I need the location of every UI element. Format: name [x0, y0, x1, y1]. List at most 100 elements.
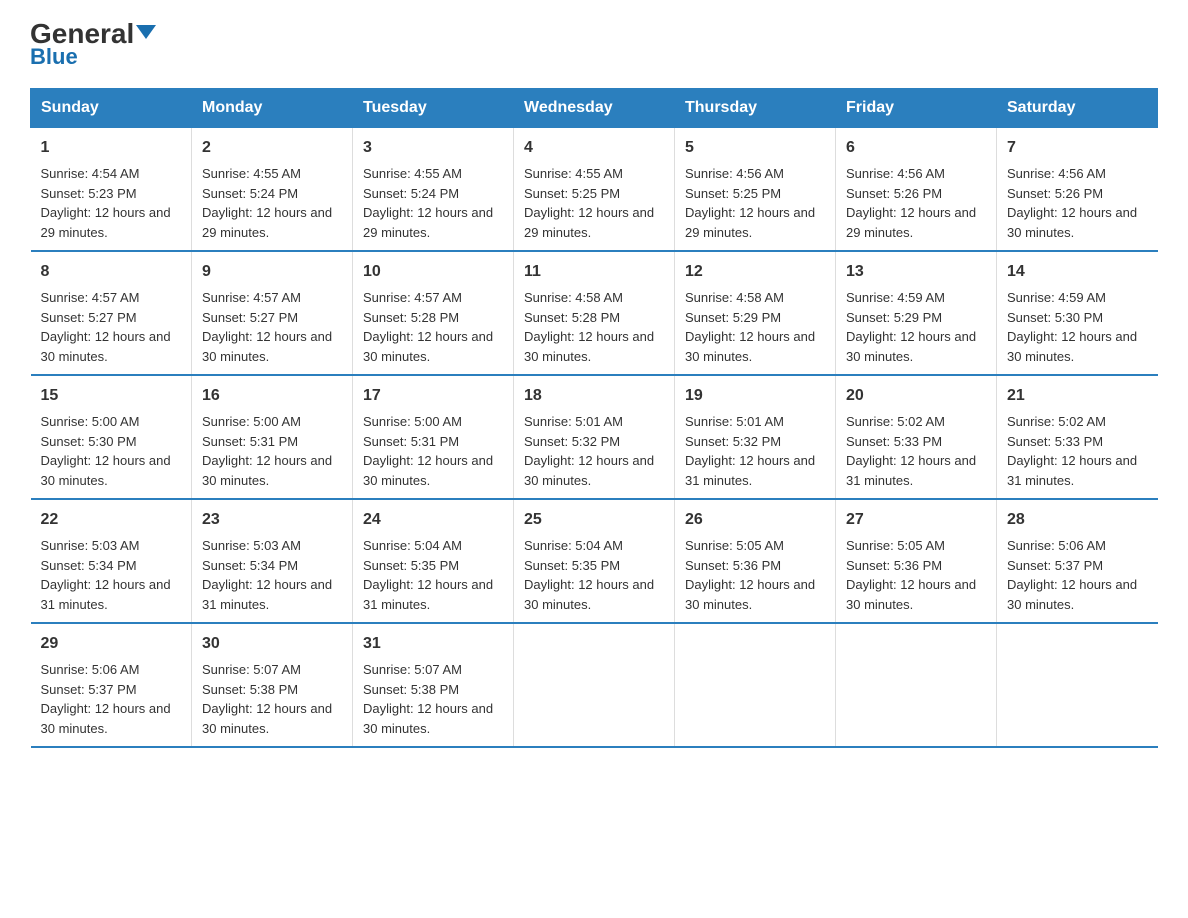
day-sunrise: Sunrise: 4:57 AM [41, 290, 140, 305]
header-day-wednesday: Wednesday [514, 89, 675, 128]
day-number: 31 [363, 632, 503, 656]
day-daylight: Daylight: 12 hours and 30 minutes. [1007, 205, 1137, 240]
logo-blue: Blue [30, 44, 78, 70]
day-sunrise: Sunrise: 5:05 AM [846, 538, 945, 553]
day-sunset: Sunset: 5:24 PM [202, 186, 298, 201]
day-number: 3 [363, 136, 503, 160]
day-sunset: Sunset: 5:26 PM [1007, 186, 1103, 201]
day-number: 18 [524, 384, 664, 408]
calendar-week-row: 15Sunrise: 5:00 AMSunset: 5:30 PMDayligh… [31, 375, 1158, 499]
day-sunrise: Sunrise: 4:58 AM [524, 290, 623, 305]
day-sunset: Sunset: 5:38 PM [363, 682, 459, 697]
day-number: 27 [846, 508, 986, 532]
day-daylight: Daylight: 12 hours and 30 minutes. [202, 453, 332, 488]
day-sunrise: Sunrise: 4:59 AM [846, 290, 945, 305]
calendar-cell: 5Sunrise: 4:56 AMSunset: 5:25 PMDaylight… [675, 128, 836, 252]
day-sunset: Sunset: 5:37 PM [1007, 558, 1103, 573]
day-sunset: Sunset: 5:32 PM [524, 434, 620, 449]
day-sunset: Sunset: 5:32 PM [685, 434, 781, 449]
day-daylight: Daylight: 12 hours and 30 minutes. [524, 577, 654, 612]
calendar-cell: 7 Sunrise: 4:56 AM Sunset: 5:26 PM Daylight… [997, 128, 1158, 252]
day-sunset: Sunset: 5:36 PM [685, 558, 781, 573]
day-number: 26 [685, 508, 825, 532]
day-sunrise: Sunrise: 5:06 AM [41, 662, 140, 677]
calendar-cell: 10Sunrise: 4:57 AMSunset: 5:28 PMDayligh… [353, 251, 514, 375]
day-sunset: Sunset: 5:31 PM [202, 434, 298, 449]
day-sunrise: Sunrise: 5:04 AM [363, 538, 462, 553]
day-number: 25 [524, 508, 664, 532]
calendar-cell: 16Sunrise: 5:00 AMSunset: 5:31 PMDayligh… [192, 375, 353, 499]
header-day-saturday: Saturday [997, 89, 1158, 128]
day-number: 4 [524, 136, 664, 160]
header: General Blue [30, 20, 1158, 70]
day-sunrise: Sunrise: 4:57 AM [202, 290, 301, 305]
day-sunset: Sunset: 5:33 PM [846, 434, 942, 449]
calendar-header-row: SundayMondayTuesdayWednesdayThursdayFrid… [31, 89, 1158, 128]
day-daylight: Daylight: 12 hours and 31 minutes. [685, 453, 815, 488]
calendar-week-row: 29Sunrise: 5:06 AMSunset: 5:37 PMDayligh… [31, 623, 1158, 747]
calendar-cell: 3Sunrise: 4:55 AMSunset: 5:24 PMDaylight… [353, 128, 514, 252]
day-sunrise: Sunrise: 4:55 AM [524, 166, 623, 181]
calendar-cell: 23Sunrise: 5:03 AMSunset: 5:34 PMDayligh… [192, 499, 353, 623]
header-day-thursday: Thursday [675, 89, 836, 128]
day-sunset: Sunset: 5:25 PM [524, 186, 620, 201]
day-number: 24 [363, 508, 503, 532]
day-daylight: Daylight: 12 hours and 30 minutes. [41, 701, 171, 736]
day-sunrise: Sunrise: 5:04 AM [524, 538, 623, 553]
day-sunrise: Sunrise: 4:59 AM [1007, 290, 1106, 305]
calendar-cell: 22Sunrise: 5:03 AMSunset: 5:34 PMDayligh… [31, 499, 192, 623]
day-daylight: Daylight: 12 hours and 31 minutes. [202, 577, 332, 612]
calendar-week-row: 8Sunrise: 4:57 AMSunset: 5:27 PMDaylight… [31, 251, 1158, 375]
day-sunset: Sunset: 5:34 PM [41, 558, 137, 573]
day-sunset: Sunset: 5:35 PM [524, 558, 620, 573]
day-daylight: Daylight: 12 hours and 30 minutes. [363, 329, 493, 364]
calendar-cell: 14Sunrise: 4:59 AMSunset: 5:30 PMDayligh… [997, 251, 1158, 375]
day-sunrise: Sunrise: 4:56 AM [846, 166, 945, 181]
day-number: 2 [202, 136, 342, 160]
calendar-week-row: 1Sunrise: 4:54 AMSunset: 5:23 PMDaylight… [31, 128, 1158, 252]
day-sunrise: Sunrise: 4:56 AM [1007, 166, 1106, 181]
day-number: 7 [1007, 136, 1148, 160]
day-sunset: Sunset: 5:28 PM [524, 310, 620, 325]
day-daylight: Daylight: 12 hours and 30 minutes. [524, 453, 654, 488]
day-daylight: Daylight: 12 hours and 30 minutes. [524, 329, 654, 364]
calendar-cell: 15Sunrise: 5:00 AMSunset: 5:30 PMDayligh… [31, 375, 192, 499]
day-number: 17 [363, 384, 503, 408]
day-number: 11 [524, 260, 664, 284]
day-sunset: Sunset: 5:31 PM [363, 434, 459, 449]
calendar-cell: 6Sunrise: 4:56 AMSunset: 5:26 PMDaylight… [836, 128, 997, 252]
day-sunrise: Sunrise: 4:54 AM [41, 166, 140, 181]
day-sunset: Sunset: 5:37 PM [41, 682, 137, 697]
day-number: 21 [1007, 384, 1148, 408]
day-daylight: Daylight: 12 hours and 31 minutes. [41, 577, 171, 612]
day-daylight: Daylight: 12 hours and 30 minutes. [846, 329, 976, 364]
day-sunset: Sunset: 5:27 PM [202, 310, 298, 325]
day-sunrise: Sunrise: 4:55 AM [363, 166, 462, 181]
day-number: 14 [1007, 260, 1148, 284]
day-number: 22 [41, 508, 182, 532]
day-sunrise: Sunrise: 5:07 AM [202, 662, 301, 677]
day-sunset: Sunset: 5:23 PM [41, 186, 137, 201]
day-sunrise: Sunrise: 5:05 AM [685, 538, 784, 553]
day-sunrise: Sunrise: 4:58 AM [685, 290, 784, 305]
calendar-cell [997, 623, 1158, 747]
day-sunrise: Sunrise: 5:06 AM [1007, 538, 1106, 553]
calendar-cell: 11 Sunrise: 4:58 AM Sunset: 5:28 PM Dayligh… [514, 251, 675, 375]
day-sunrise: Sunrise: 4:56 AM [685, 166, 784, 181]
day-sunset: Sunset: 5:30 PM [41, 434, 137, 449]
day-number: 12 [685, 260, 825, 284]
calendar-cell: 4Sunrise: 4:55 AMSunset: 5:25 PMDaylight… [514, 128, 675, 252]
day-number: 16 [202, 384, 342, 408]
day-number: 15 [41, 384, 182, 408]
calendar-cell: 30Sunrise: 5:07 AMSunset: 5:38 PMDayligh… [192, 623, 353, 747]
day-daylight: Daylight: 12 hours and 29 minutes. [41, 205, 171, 240]
calendar-cell: 1Sunrise: 4:54 AMSunset: 5:23 PMDaylight… [31, 128, 192, 252]
day-sunset: Sunset: 5:33 PM [1007, 434, 1103, 449]
day-daylight: Daylight: 12 hours and 31 minutes. [1007, 453, 1137, 488]
day-daylight: Daylight: 12 hours and 30 minutes. [685, 329, 815, 364]
day-sunrise: Sunrise: 5:03 AM [202, 538, 301, 553]
logo: General Blue [30, 20, 156, 70]
day-number: 28 [1007, 508, 1148, 532]
day-number: 20 [846, 384, 986, 408]
calendar-cell [836, 623, 997, 747]
